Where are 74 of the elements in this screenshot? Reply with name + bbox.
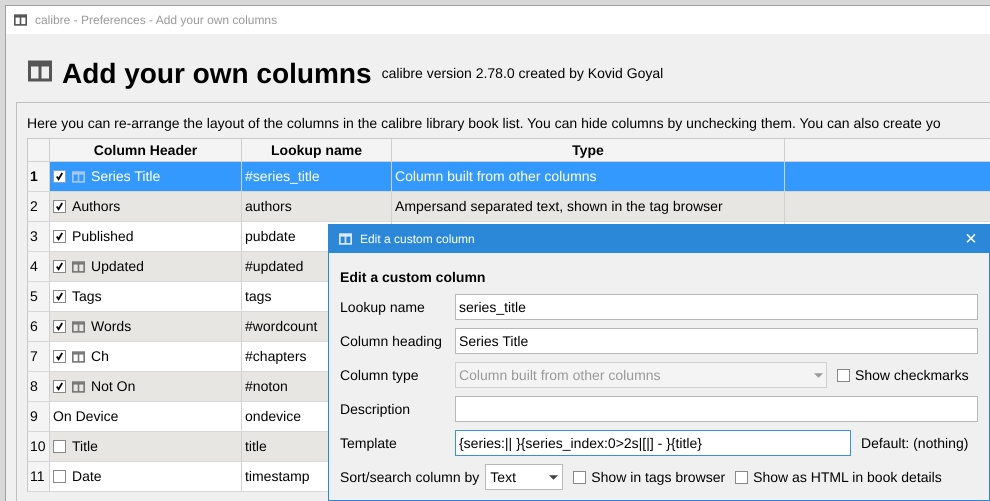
window-title: calibre - Preferences - Add your own columns — [35, 12, 278, 29]
columns-icon — [72, 320, 85, 332]
table-cell[interactable]: Tags — [50, 282, 242, 311]
table-cell[interactable]: Published — [50, 222, 242, 251]
input-field[interactable]: series_title — [455, 294, 978, 320]
column-header-text: Words — [91, 317, 132, 336]
table-cell[interactable]: Words — [50, 312, 242, 341]
column-header-text: Ch — [91, 347, 109, 366]
row-number: 8 — [28, 372, 50, 401]
checkbox[interactable] — [53, 320, 66, 333]
dropdown[interactable]: Text — [485, 464, 564, 490]
input-field[interactable]: Series Title — [455, 328, 978, 354]
columns-icon — [339, 233, 352, 245]
caret-icon — [814, 372, 823, 378]
column-header-text: Tags — [72, 287, 102, 306]
column-header-text: Updated — [91, 257, 144, 276]
columns-icon — [14, 14, 27, 26]
checkbox[interactable] — [735, 470, 748, 484]
table-cell[interactable]: Date — [50, 462, 242, 491]
table-cell[interactable]: Ch — [50, 342, 242, 371]
row-number: 1 — [28, 162, 50, 191]
columns-icon — [72, 350, 85, 362]
column-header-text: Authors — [72, 197, 120, 216]
row-number: 11 — [28, 462, 50, 491]
input-field[interactable]: {series:|| }{series_index:0>2s|[|] - }{title} — [455, 430, 851, 456]
columns-icon — [28, 60, 52, 82]
row-number: 10 — [28, 432, 50, 461]
checkbox[interactable] — [53, 350, 66, 363]
row-number: 4 — [28, 252, 50, 281]
checkbox[interactable] — [53, 230, 66, 243]
checkbox[interactable] — [53, 200, 66, 213]
page-heading: Add your own columns — [62, 60, 372, 88]
table-cell: #series_title — [242, 162, 392, 191]
table-cell: Column built from other columns — [392, 162, 785, 191]
table-cell[interactable]: Updated — [50, 252, 242, 281]
checkbox[interactable] — [53, 440, 66, 453]
row-number: 9 — [28, 402, 50, 431]
row-number: 3 — [28, 222, 50, 251]
description-text: Here you can re-arrange the layout of the columns in the calibre library book list. You can hide columns by unchecking them. You can also create yo — [27, 114, 942, 133]
column-header-text: Series Title — [91, 167, 160, 186]
checkbox-label: Show in tags browser — [591, 468, 726, 487]
checkbox[interactable] — [53, 260, 66, 273]
table-cell: Ampersand separated text, shown in the tag browser — [392, 192, 785, 221]
columns-icon — [72, 260, 85, 272]
close-button[interactable]: × — [953, 225, 989, 253]
checkbox[interactable] — [53, 290, 66, 303]
table-cell: authors — [242, 192, 392, 221]
checkbox-label: Show as HTML in book details — [753, 468, 942, 486]
columns-icon — [72, 170, 85, 182]
version-text: calibre version 2.78.0 created by Kovid Goyal — [382, 64, 664, 83]
row-number: 2 — [28, 192, 50, 221]
column-header-text: Title — [72, 437, 98, 456]
column-header-text: On Device — [53, 407, 118, 426]
row-number: 6 — [28, 312, 50, 341]
default-text: Default: (nothing) — [861, 434, 968, 453]
checkbox[interactable] — [53, 470, 66, 483]
column-header[interactable]: Column Header — [50, 139, 242, 161]
table-cell[interactable]: Title — [50, 432, 242, 461]
column-header[interactable]: Type — [392, 139, 785, 161]
row-number: 7 — [28, 342, 50, 371]
caret-icon — [549, 474, 558, 480]
column-header-text: Not On — [91, 377, 136, 396]
row-number: 5 — [28, 282, 50, 311]
table-cell[interactable]: Not On — [50, 372, 242, 401]
column-header-text: Date — [72, 467, 102, 486]
column-header-text: Published — [72, 227, 134, 246]
columns-icon — [72, 380, 85, 392]
checkbox[interactable] — [573, 470, 586, 484]
checkbox[interactable] — [53, 170, 66, 183]
column-header[interactable]: Lookup name — [242, 139, 392, 161]
input-field[interactable] — [455, 396, 978, 422]
table-cell[interactable]: Authors — [50, 192, 242, 221]
checkbox[interactable] — [53, 380, 66, 393]
checkbox-label: Show checkmarks — [855, 366, 969, 384]
